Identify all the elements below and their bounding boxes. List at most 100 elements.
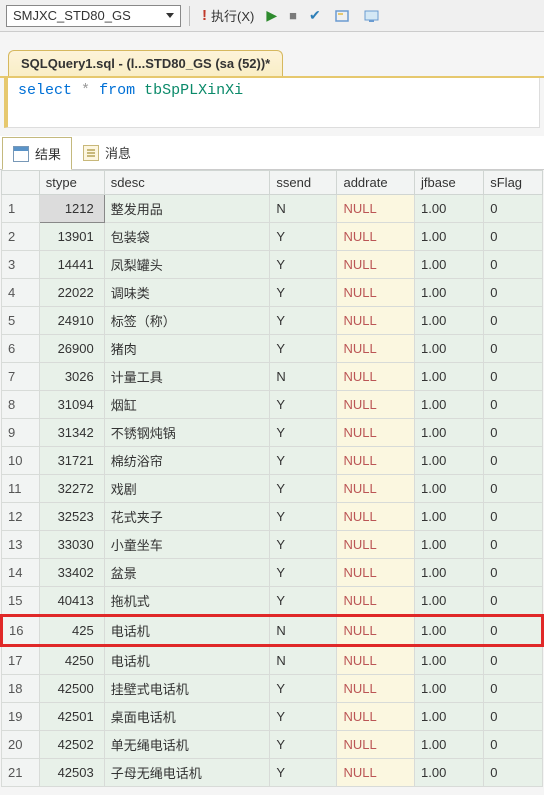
cell-addrate[interactable]: NULL — [337, 731, 415, 759]
cell-sdesc[interactable]: 电话机 — [104, 616, 270, 646]
cell-jfbase[interactable]: 1.00 — [415, 223, 484, 251]
cell-stype[interactable]: 33030 — [39, 531, 104, 559]
col-header-sflag[interactable]: sFlag — [484, 171, 543, 195]
cell-sdesc[interactable]: 不锈钢炖锅 — [104, 419, 270, 447]
cell-addrate[interactable]: NULL — [337, 646, 415, 675]
cell-stype[interactable]: 24910 — [39, 307, 104, 335]
cell-stype[interactable]: 42500 — [39, 675, 104, 703]
cell-ssend[interactable]: N — [270, 616, 337, 646]
tab-results[interactable]: 结果 — [2, 137, 72, 170]
cell-addrate[interactable]: NULL — [337, 223, 415, 251]
cell-sdesc[interactable]: 小童坐车 — [104, 531, 270, 559]
row-number[interactable]: 9 — [2, 419, 40, 447]
execute-button[interactable]: ! 执行(X) — [198, 4, 258, 27]
cell-sdesc[interactable]: 花式夹子 — [104, 503, 270, 531]
cell-sflag[interactable]: 0 — [484, 616, 543, 646]
cell-stype[interactable]: 26900 — [39, 335, 104, 363]
cell-stype[interactable]: 1212 — [39, 195, 104, 223]
cell-stype[interactable]: 22022 — [39, 279, 104, 307]
cell-sdesc[interactable]: 猪肉 — [104, 335, 270, 363]
cell-jfbase[interactable]: 1.00 — [415, 335, 484, 363]
table-row[interactable]: 2142503子母无绳电话机YNULL1.000 — [2, 759, 543, 787]
table-row[interactable]: 831094烟缸YNULL1.000 — [2, 391, 543, 419]
cell-addrate[interactable]: NULL — [337, 251, 415, 279]
cell-addrate[interactable]: NULL — [337, 195, 415, 223]
cell-stype[interactable]: 13901 — [39, 223, 104, 251]
cell-sdesc[interactable]: 烟缸 — [104, 391, 270, 419]
cell-addrate[interactable]: NULL — [337, 703, 415, 731]
table-row[interactable]: 73026计量工具NNULL1.000 — [2, 363, 543, 391]
cell-stype[interactable]: 42502 — [39, 731, 104, 759]
cell-sdesc[interactable]: 挂壁式电话机 — [104, 675, 270, 703]
cell-ssend[interactable]: Y — [270, 587, 337, 616]
table-row[interactable]: 1031721棉纺浴帘YNULL1.000 — [2, 447, 543, 475]
outline-button[interactable] — [329, 5, 355, 27]
row-number[interactable]: 6 — [2, 335, 40, 363]
cell-jfbase[interactable]: 1.00 — [415, 251, 484, 279]
cell-jfbase[interactable]: 1.00 — [415, 646, 484, 675]
table-row[interactable]: 11212整发用品NNULL1.000 — [2, 195, 543, 223]
cell-sdesc[interactable]: 单无绳电话机 — [104, 731, 270, 759]
table-row[interactable]: 1132272戏剧YNULL1.000 — [2, 475, 543, 503]
cell-jfbase[interactable]: 1.00 — [415, 475, 484, 503]
cell-sflag[interactable]: 0 — [484, 646, 543, 675]
cell-sflag[interactable]: 0 — [484, 531, 543, 559]
table-row[interactable]: 16425电话机NNULL1.000 — [2, 616, 543, 646]
cell-ssend[interactable]: Y — [270, 307, 337, 335]
row-number[interactable]: 13 — [2, 531, 40, 559]
cell-sflag[interactable]: 0 — [484, 475, 543, 503]
row-number[interactable]: 20 — [2, 731, 40, 759]
cell-ssend[interactable]: Y — [270, 391, 337, 419]
cell-sflag[interactable]: 0 — [484, 731, 543, 759]
cell-sflag[interactable]: 0 — [484, 223, 543, 251]
run-button[interactable]: ▶ — [262, 5, 281, 26]
parse-button[interactable]: ✔ — [305, 5, 325, 26]
cell-stype[interactable]: 31721 — [39, 447, 104, 475]
cell-ssend[interactable]: Y — [270, 731, 337, 759]
table-row[interactable]: 314441凤梨罐头YNULL1.000 — [2, 251, 543, 279]
cell-ssend[interactable]: Y — [270, 675, 337, 703]
cell-stype[interactable]: 31094 — [39, 391, 104, 419]
cell-ssend[interactable]: Y — [270, 447, 337, 475]
cell-sflag[interactable]: 0 — [484, 759, 543, 787]
cell-ssend[interactable]: Y — [270, 703, 337, 731]
row-number[interactable]: 1 — [2, 195, 40, 223]
cell-stype[interactable]: 42501 — [39, 703, 104, 731]
cell-sflag[interactable]: 0 — [484, 703, 543, 731]
cell-sdesc[interactable]: 标签（称） — [104, 307, 270, 335]
cell-stype[interactable]: 42503 — [39, 759, 104, 787]
cell-sflag[interactable]: 0 — [484, 675, 543, 703]
row-number[interactable]: 16 — [2, 616, 40, 646]
cell-sflag[interactable]: 0 — [484, 251, 543, 279]
cell-addrate[interactable]: NULL — [337, 675, 415, 703]
cell-addrate[interactable]: NULL — [337, 447, 415, 475]
cell-addrate[interactable]: NULL — [337, 559, 415, 587]
tab-sqlquery[interactable]: SQLQuery1.sql - (l...STD80_GS (sa (52))* — [8, 50, 283, 76]
cell-stype[interactable]: 32523 — [39, 503, 104, 531]
results-grid[interactable]: stype sdesc ssend addrate jfbase sFlag 1… — [0, 170, 544, 787]
row-number[interactable]: 3 — [2, 251, 40, 279]
tab-messages[interactable]: 消息 — [72, 136, 142, 169]
sql-editor[interactable]: select * from tbSpPLXinXi — [4, 78, 540, 128]
cell-jfbase[interactable]: 1.00 — [415, 391, 484, 419]
cell-jfbase[interactable]: 1.00 — [415, 616, 484, 646]
table-row[interactable]: 626900猪肉YNULL1.000 — [2, 335, 543, 363]
table-row[interactable]: 1333030小童坐车YNULL1.000 — [2, 531, 543, 559]
cell-sflag[interactable]: 0 — [484, 279, 543, 307]
cell-sdesc[interactable]: 电话机 — [104, 646, 270, 675]
cell-sdesc[interactable]: 拖机式 — [104, 587, 270, 616]
stop-button[interactable]: ■ — [285, 6, 301, 25]
table-row[interactable]: 1232523花式夹子YNULL1.000 — [2, 503, 543, 531]
table-row[interactable]: 1433402盆景YNULL1.000 — [2, 559, 543, 587]
row-number[interactable]: 19 — [2, 703, 40, 731]
row-number[interactable]: 10 — [2, 447, 40, 475]
row-number[interactable]: 15 — [2, 587, 40, 616]
cell-ssend[interactable]: N — [270, 646, 337, 675]
table-row[interactable]: 931342不锈钢炖锅YNULL1.000 — [2, 419, 543, 447]
cell-sdesc[interactable]: 凤梨罐头 — [104, 251, 270, 279]
cell-addrate[interactable]: NULL — [337, 391, 415, 419]
row-number[interactable]: 4 — [2, 279, 40, 307]
cell-addrate[interactable]: NULL — [337, 279, 415, 307]
cell-addrate[interactable]: NULL — [337, 616, 415, 646]
cell-ssend[interactable]: Y — [270, 251, 337, 279]
